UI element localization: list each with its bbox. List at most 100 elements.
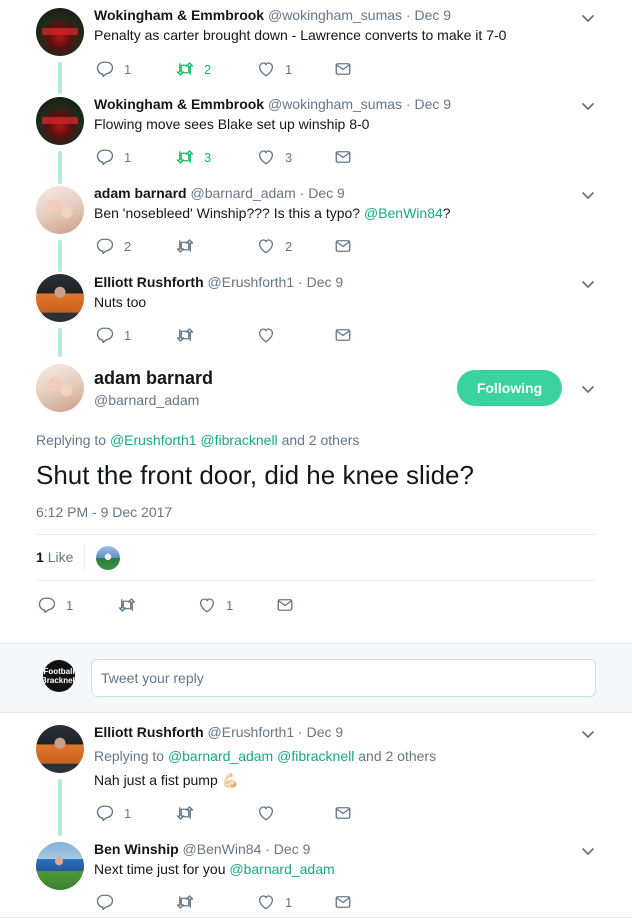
tweet-actions: 1 2 1	[96, 59, 376, 79]
author-handle[interactable]: @Erushforth1	[208, 274, 295, 290]
reply-icon	[96, 60, 114, 78]
reply-button[interactable]: 1	[96, 325, 131, 345]
author-name[interactable]: Elliott Rushforth	[94, 724, 204, 740]
avatar[interactable]	[36, 274, 84, 322]
tweet-header: Elliott Rushforth @Erushforth1 · Dec 9	[94, 274, 343, 290]
author-name[interactable]: Elliott Rushforth	[94, 274, 204, 290]
tweet-timestamp[interactable]: 6:12 PM - 9 Dec 2017	[36, 504, 172, 520]
dm-button[interactable]	[276, 595, 304, 615]
main-tweet-text: Shut the front door, did he knee slide?	[36, 460, 474, 490]
envelope-icon	[276, 596, 294, 614]
likes-stat[interactable]: 1 Like	[36, 549, 73, 565]
tweet-date[interactable]: · Dec 9	[406, 96, 451, 112]
author-handle[interactable]: @wokingham_sumas	[268, 96, 402, 112]
mention-link[interactable]: @barnard_adam	[168, 748, 273, 764]
author-handle[interactable]: @barnard_adam	[94, 392, 199, 408]
and-others-link[interactable]: and 2 others	[282, 432, 360, 448]
reply-count: 1	[66, 597, 74, 613]
avatar-text: Football	[43, 667, 75, 676]
author-name[interactable]: adam barnard	[94, 185, 187, 201]
heart-icon	[257, 148, 275, 166]
author-handle[interactable]: @wokingham_sumas	[268, 7, 402, 23]
chevron-down-icon[interactable]	[580, 98, 596, 114]
chevron-down-icon[interactable]	[580, 187, 596, 203]
heart-icon	[257, 60, 275, 78]
tweet-date[interactable]: · Dec 9	[298, 724, 343, 740]
author-handle[interactable]: @Erushforth1	[208, 724, 295, 740]
chevron-down-icon[interactable]	[580, 843, 596, 859]
author-name[interactable]: Ben Winship	[94, 841, 179, 857]
like-button[interactable]: 2	[257, 236, 292, 256]
dm-button[interactable]	[334, 892, 362, 912]
like-button[interactable]: 1	[257, 892, 292, 912]
mention-link[interactable]: @fibracknell	[200, 432, 277, 448]
reply-button[interactable]: 1	[96, 59, 131, 79]
dm-button[interactable]	[334, 236, 362, 256]
tweet-date[interactable]: · Dec 9	[265, 841, 310, 857]
retweet-count: 2	[204, 61, 212, 77]
avatar[interactable]	[36, 364, 84, 412]
like-button[interactable]: 1	[198, 595, 233, 615]
replying-to: Replying to @barnard_adam @fibracknell a…	[94, 748, 436, 764]
mention-link[interactable]: @Erushforth1	[110, 432, 197, 448]
divider	[36, 580, 596, 581]
retweet-button[interactable]	[176, 803, 204, 823]
avatar[interactable]	[36, 725, 84, 773]
and-others-link[interactable]: and 2 others	[358, 748, 436, 764]
mention-link[interactable]: @fibracknell	[277, 748, 354, 764]
like-button[interactable]	[257, 803, 285, 823]
reply-button[interactable]: 2	[96, 236, 131, 256]
author-name[interactable]: Wokingham & Emmbrook	[94, 96, 264, 112]
like-count: 2	[285, 238, 293, 254]
like-button[interactable]	[257, 325, 285, 345]
avatar[interactable]: Football Bracknell	[43, 660, 75, 692]
tweet-date[interactable]: · Dec 9	[300, 185, 345, 201]
like-button[interactable]: 1	[257, 59, 292, 79]
avatar[interactable]	[36, 186, 84, 234]
dm-button[interactable]	[334, 59, 362, 79]
following-button[interactable]: Following	[457, 370, 562, 406]
retweet-button[interactable]: 2	[176, 59, 211, 79]
avatar[interactable]	[36, 842, 84, 890]
divider	[84, 545, 85, 570]
retweet-button[interactable]	[118, 595, 146, 615]
reply-button[interactable]: 1	[96, 147, 131, 167]
reply-button[interactable]: 1	[38, 595, 73, 615]
mention-link[interactable]: @BenWin84	[364, 205, 443, 221]
reply-button[interactable]: 1	[96, 803, 131, 823]
retweet-button[interactable]	[176, 325, 204, 345]
tweet-actions: 1 1	[38, 595, 318, 615]
dm-button[interactable]	[334, 147, 362, 167]
reply-icon	[96, 893, 114, 911]
reply-button[interactable]	[96, 892, 124, 912]
author-handle[interactable]: @BenWin84	[183, 841, 262, 857]
thread-line	[58, 328, 62, 357]
chevron-down-icon[interactable]	[580, 381, 596, 397]
chevron-down-icon[interactable]	[580, 726, 596, 742]
retweet-button[interactable]: 3	[176, 147, 211, 167]
dm-button[interactable]	[334, 803, 362, 823]
reply-input[interactable]: Tweet your reply	[91, 659, 596, 697]
tweet-header: Wokingham & Emmbrook @wokingham_sumas · …	[94, 96, 451, 112]
liker-avatar[interactable]	[96, 546, 120, 570]
tweet-date[interactable]: · Dec 9	[298, 274, 343, 290]
avatar[interactable]	[36, 8, 84, 56]
like-count: 1	[226, 597, 234, 613]
author-name[interactable]: adam barnard	[94, 368, 213, 389]
tweet-date[interactable]: · Dec 9	[406, 7, 451, 23]
retweet-button[interactable]	[176, 892, 204, 912]
tweet-text: Ben 'nosebleed' Winship??? Is this a typ…	[94, 205, 451, 221]
mention-link[interactable]: @barnard_adam	[229, 861, 334, 877]
avatar[interactable]	[36, 97, 84, 145]
like-button[interactable]: 3	[257, 147, 292, 167]
retweet-button[interactable]	[176, 236, 204, 256]
reply-count: 1	[124, 61, 132, 77]
tweet-actions: 1	[96, 803, 376, 823]
author-name[interactable]: Wokingham & Emmbrook	[94, 7, 264, 23]
chevron-down-icon[interactable]	[580, 10, 596, 26]
dm-button[interactable]	[334, 325, 362, 345]
heart-icon	[257, 893, 275, 911]
reply-icon	[38, 596, 56, 614]
chevron-down-icon[interactable]	[580, 276, 596, 292]
author-handle[interactable]: @barnard_adam	[190, 185, 295, 201]
